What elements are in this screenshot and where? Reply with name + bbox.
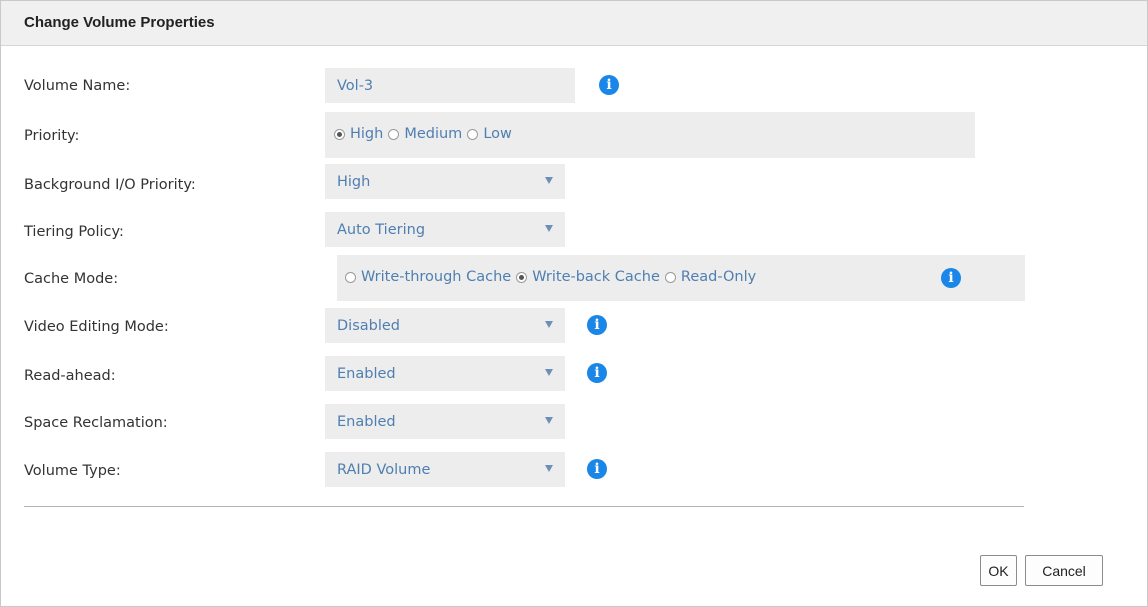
volume-name-value: Vol-3 [337, 78, 374, 94]
info-icon[interactable]: i [587, 363, 607, 383]
read-ahead-value: Enabled [337, 366, 396, 382]
caret-down-icon [545, 177, 553, 184]
cache-mode-read-only-radio[interactable] [664, 271, 676, 283]
priority-low-label: Low [483, 126, 512, 142]
space-reclamation-select[interactable]: Enabled [325, 404, 565, 439]
info-icon[interactable]: i [587, 459, 607, 479]
volume-name-label: Volume Name: [24, 78, 131, 94]
volume-name-input[interactable]: Vol-3 [325, 68, 575, 103]
priority-radio-group: High Medium Low [325, 112, 975, 158]
cancel-button[interactable]: Cancel [1025, 555, 1103, 586]
priority-low-radio[interactable] [467, 128, 479, 140]
space-reclamation-label: Space Reclamation: [24, 415, 168, 431]
volume-type-select[interactable]: RAID Volume [325, 452, 565, 487]
priority-medium-radio[interactable] [388, 128, 400, 140]
background-io-priority-label: Background I/O Priority: [24, 177, 196, 193]
cache-mode-write-through-radio[interactable] [345, 271, 356, 283]
caret-down-icon [545, 225, 553, 232]
cache-mode-write-back-radio[interactable] [516, 271, 528, 283]
caret-down-icon [545, 321, 553, 328]
volume-type-label: Volume Type: [24, 463, 121, 479]
cache-mode-read-only-label: Read-Only [680, 269, 757, 285]
priority-high-radio[interactable] [334, 128, 345, 140]
ok-button[interactable]: OK [980, 555, 1017, 586]
read-ahead-label: Read-ahead: [24, 368, 116, 384]
dialog-titlebar: Change Volume Properties [1, 1, 1147, 46]
priority-high-option[interactable]: High [334, 126, 383, 142]
background-io-priority-select[interactable]: High [325, 164, 565, 199]
background-io-priority-value: High [337, 174, 371, 190]
info-icon[interactable]: i [599, 75, 619, 95]
dialog-title: Change Volume Properties [24, 14, 215, 31]
tiering-policy-label: Tiering Policy: [24, 224, 124, 240]
priority-medium-label: Medium [404, 126, 463, 142]
volume-type-value: RAID Volume [337, 462, 431, 478]
priority-low-option[interactable]: Low [467, 126, 512, 142]
video-editing-mode-label: Video Editing Mode: [24, 319, 169, 335]
cache-mode-label: Cache Mode: [24, 271, 119, 287]
video-editing-mode-value: Disabled [337, 318, 400, 334]
caret-down-icon [545, 417, 553, 424]
tiering-policy-select[interactable]: Auto Tiering [325, 212, 565, 247]
info-icon[interactable]: i [587, 315, 607, 335]
tiering-policy-value: Auto Tiering [337, 222, 426, 238]
cache-mode-write-through-label: Write-through Cache [361, 269, 512, 285]
priority-label: Priority: [24, 128, 80, 144]
caret-down-icon [545, 465, 553, 472]
divider [24, 506, 1024, 507]
cache-mode-write-back-option[interactable]: Write-back Cache [516, 269, 660, 285]
info-icon[interactable]: i [941, 268, 961, 288]
cache-mode-write-through-option[interactable]: Write-through Cache [345, 269, 511, 285]
priority-high-label: High [350, 126, 384, 142]
caret-down-icon [545, 369, 553, 376]
priority-medium-option[interactable]: Medium [388, 126, 462, 142]
space-reclamation-value: Enabled [337, 414, 396, 430]
read-ahead-select[interactable]: Enabled [325, 356, 565, 391]
cache-mode-write-back-label: Write-back Cache [532, 269, 660, 285]
change-volume-properties-dialog: Change Volume Properties Volume Name: Vo… [0, 0, 1148, 607]
video-editing-mode-select[interactable]: Disabled [325, 308, 565, 343]
cache-mode-radio-group: Write-through Cache Write-back Cache Rea… [337, 255, 1025, 301]
cache-mode-read-only-option[interactable]: Read-Only [664, 269, 757, 285]
